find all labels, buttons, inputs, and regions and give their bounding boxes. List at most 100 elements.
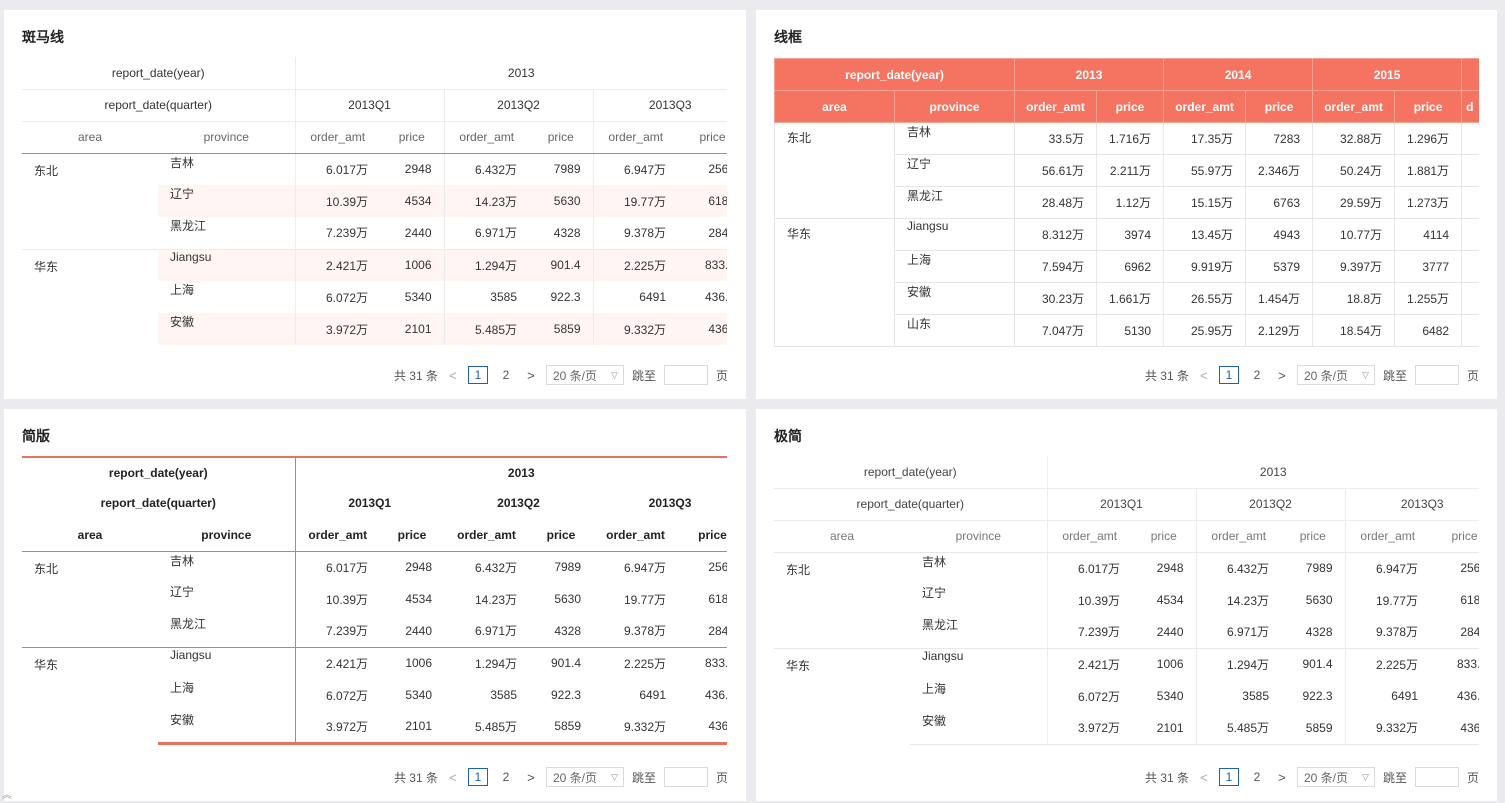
prev-page-button[interactable]: < (446, 368, 460, 383)
area-header[interactable]: area (22, 519, 158, 552)
value-cell: 2948 (404, 162, 432, 177)
value-cell: 6.947万 (1344, 552, 1430, 584)
measure-header[interactable]: order_amt (1312, 90, 1396, 123)
next-page-button[interactable]: > (524, 368, 538, 383)
measure-header[interactable]: order_amt (444, 519, 530, 552)
panel-title: 极简 (774, 428, 802, 444)
page-1-button[interactable]: 1 (467, 768, 488, 786)
page-2-button[interactable]: 2 (496, 768, 516, 786)
page-2-button[interactable]: 2 (496, 366, 516, 384)
measure-header[interactable]: price (529, 121, 593, 154)
measure-header[interactable]: price (380, 519, 445, 552)
value-cell-partial (1461, 154, 1479, 187)
measure-header[interactable]: order_amt (1014, 90, 1098, 123)
measure-header[interactable]: order_amt (443, 121, 529, 154)
value-cell: 7989 (1305, 561, 1333, 576)
value-cell: 4328 (1281, 616, 1345, 649)
measure-header[interactable]: price (678, 121, 727, 154)
value-cell: 5630 (529, 185, 593, 217)
chevron-down-icon: ▽ (1362, 369, 1369, 380)
jump-page-input[interactable] (663, 365, 708, 385)
jump-page-input[interactable] (1414, 767, 1459, 787)
value-cell: 4943 (1245, 218, 1314, 251)
measure-header[interactable]: order_amt (294, 121, 380, 154)
measure-header[interactable]: order_amt (593, 519, 679, 552)
measure-header[interactable]: order_amt (1195, 520, 1281, 553)
quarter-dimension-label: report_date(quarter) (100, 496, 216, 510)
province-header[interactable]: province (910, 520, 1047, 553)
page-1-button[interactable]: 1 (1218, 768, 1239, 786)
prev-page-button[interactable]: < (1197, 770, 1211, 785)
province-header[interactable]: province (893, 90, 1016, 123)
jump-label: 跳至 (1382, 770, 1407, 785)
measure-header-partial[interactable]: d (1461, 90, 1479, 123)
page-size-select[interactable]: 20 条/页 ▽ (545, 767, 624, 787)
value-cell: 10.77万 (1312, 218, 1396, 251)
prev-page-button[interactable]: < (1197, 368, 1211, 383)
province-cell: 吉林 (922, 554, 947, 569)
jump-page-input[interactable] (1414, 365, 1459, 385)
value-cell: 6.017万 (1046, 552, 1132, 584)
next-page-button[interactable]: > (1275, 770, 1289, 785)
pivot-table-grid: report_date(year) 2013 2014 2015 area provin… (774, 58, 1479, 347)
value-cell-partial (1461, 314, 1479, 347)
measure-header[interactable]: order_amt (1344, 520, 1430, 553)
value-cell: 5859 (529, 313, 593, 345)
page-2-button[interactable]: 2 (1247, 366, 1267, 384)
next-page-button[interactable]: > (1275, 368, 1289, 383)
value-cell: 6180 (708, 592, 727, 606)
page-size-value: 20 条/页 (552, 368, 597, 383)
jump-label: 跳至 (631, 368, 656, 383)
jump-page-input[interactable] (663, 767, 708, 787)
page-2-button[interactable]: 2 (1247, 768, 1267, 786)
area-header[interactable]: area (774, 520, 910, 553)
page-1-button[interactable]: 1 (467, 366, 488, 384)
measure-header[interactable]: price (1096, 90, 1165, 123)
measure-header[interactable]: price (1245, 90, 1314, 123)
value-cell: 5.485万 (443, 313, 529, 345)
page-size-select[interactable]: 20 条/页 ▽ (1296, 365, 1375, 385)
page-size-select[interactable]: 20 条/页 ▽ (1296, 767, 1375, 787)
measure-header[interactable]: price (1132, 520, 1196, 553)
measure-header[interactable]: price (529, 519, 594, 552)
year-header: 2013 (294, 456, 727, 487)
value-cell-partial (1461, 218, 1479, 251)
page-size-select[interactable]: 20 条/页 ▽ (545, 365, 624, 385)
measure-header[interactable]: price (1281, 520, 1345, 553)
value-cell: 2440 (380, 615, 445, 648)
value-cell: 4534 (380, 185, 444, 217)
measure-header[interactable]: order_amt (1163, 90, 1247, 123)
measure-header[interactable]: price (678, 519, 727, 552)
value-cell: 2.421万 (1046, 648, 1132, 680)
value-cell: 6.971万 (444, 615, 530, 648)
measure-header[interactable]: price (1394, 90, 1463, 123)
province-cell: 山东 (893, 314, 1016, 347)
pivot-table-simple: report_date(year) 2013 report_date(quarte… (22, 456, 727, 745)
double-chevron-up-icon[interactable]: ︽ (2, 786, 12, 801)
measure-header[interactable]: order_amt (592, 121, 678, 154)
value-cell: 2440 (380, 217, 444, 250)
quarter-header: 2013Q3 (648, 496, 692, 510)
value-cell: 14.23万 (1195, 584, 1281, 616)
value-cell: 6180 (1460, 593, 1479, 607)
measure-header[interactable]: price (1430, 520, 1479, 553)
next-page-button[interactable]: > (524, 770, 538, 785)
measure-header[interactable]: order_amt (1046, 520, 1132, 553)
value-cell: 2567 (1460, 561, 1479, 576)
value-cell: 6.971万 (1195, 616, 1281, 649)
area-header[interactable]: area (22, 121, 158, 154)
page-unit-label: 页 (715, 368, 728, 383)
measure-header[interactable]: price (380, 121, 444, 154)
quarter-dimension-label: report_date(quarter) (774, 488, 1047, 521)
value-cell: 9.919万 (1163, 250, 1247, 283)
value-cell: 6962 (1096, 250, 1165, 283)
value-cell: 10.39万 (294, 583, 381, 615)
measure-header[interactable]: order_amt (294, 519, 381, 552)
prev-page-button[interactable]: < (446, 770, 460, 785)
value-cell: 4534 (405, 592, 433, 606)
province-header[interactable]: province (158, 121, 295, 154)
province-header[interactable]: province (158, 519, 296, 552)
page-1-button[interactable]: 1 (1218, 366, 1239, 384)
area-header[interactable]: area (774, 90, 895, 123)
province-cell: 上海 (922, 682, 947, 696)
